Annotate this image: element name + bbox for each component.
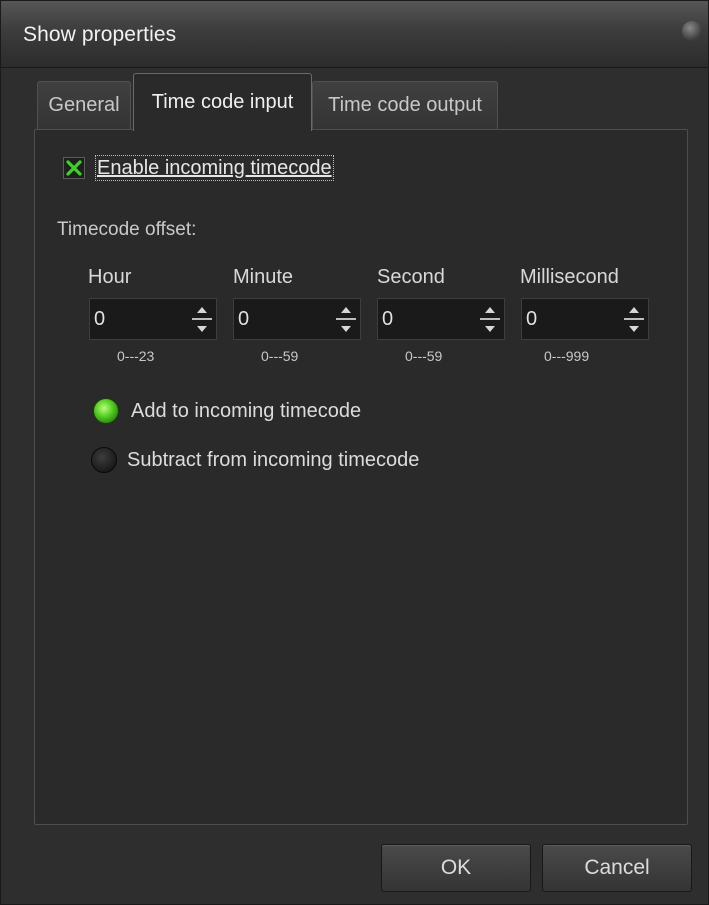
ok-button-label: OK [440,856,472,879]
radio-selected-icon[interactable] [93,398,119,424]
minute-spin-buttons [334,302,358,336]
second-input[interactable] [380,301,472,337]
millisecond-input[interactable] [524,301,616,337]
radio-unselected-icon[interactable] [91,447,117,473]
tab-label: Time code input [151,91,294,113]
minute-spinbox[interactable] [233,298,361,340]
tab-time-code-input[interactable]: Time code input [133,73,312,131]
millisecond-range: 0---999 [544,348,590,364]
timecode-offset-label: Timecode offset: [57,219,197,240]
cancel-button[interactable]: Cancel [542,844,692,892]
hour-spin-buttons [190,302,214,336]
second-spin-buttons [478,302,502,336]
tab-label: Time code output [328,94,482,116]
spin-up-icon[interactable] [622,302,646,317]
minute-range: 0---59 [261,348,299,364]
hour-input[interactable] [92,301,184,337]
spin-divider [480,318,500,320]
title-bar[interactable]: Show properties [1,1,708,68]
spin-up-icon[interactable] [334,302,358,317]
spin-divider [192,318,212,320]
second-range: 0---59 [405,348,443,364]
check-x-icon [66,160,82,176]
window-orb-icon[interactable] [682,21,702,41]
subtract-timecode-label: Subtract from incoming timecode [127,448,420,471]
hour-label: Hour [88,266,132,288]
add-timecode-label: Add to incoming timecode [131,399,362,422]
enable-timecode-checkbox-row[interactable]: Enable incoming timecode [63,155,334,181]
enable-timecode-label: Enable incoming timecode [95,155,334,181]
hour-spinbox[interactable] [89,298,217,340]
millisecond-spinbox[interactable] [521,298,649,340]
enable-timecode-checkbox[interactable] [63,157,85,179]
tab-label: General [48,94,120,116]
spin-up-icon[interactable] [478,302,502,317]
spin-down-icon[interactable] [478,321,502,336]
spin-divider [336,318,356,320]
spin-divider [624,318,644,320]
minute-label: Minute [233,266,294,288]
spin-down-icon[interactable] [334,321,358,336]
add-timecode-option[interactable]: Add to incoming timecode [93,398,361,424]
hour-range: 0---23 [117,348,155,364]
tab-time-code-output[interactable]: Time code output [312,81,498,129]
spin-down-icon[interactable] [622,321,646,336]
ok-button[interactable]: OK [381,844,531,892]
cancel-button-label: Cancel [584,856,650,879]
second-spinbox[interactable] [377,298,505,340]
minute-input[interactable] [236,301,328,337]
second-label: Second [377,266,445,288]
window-title: Show properties [23,23,177,46]
millisecond-label: Millisecond [520,266,619,288]
millisecond-spin-buttons [622,302,646,336]
subtract-timecode-option[interactable]: Subtract from incoming timecode [91,447,419,473]
spin-up-icon[interactable] [190,302,214,317]
show-properties-dialog: Show properties General Time code input … [0,0,709,905]
tab-general[interactable]: General [37,81,131,129]
spin-down-icon[interactable] [190,321,214,336]
